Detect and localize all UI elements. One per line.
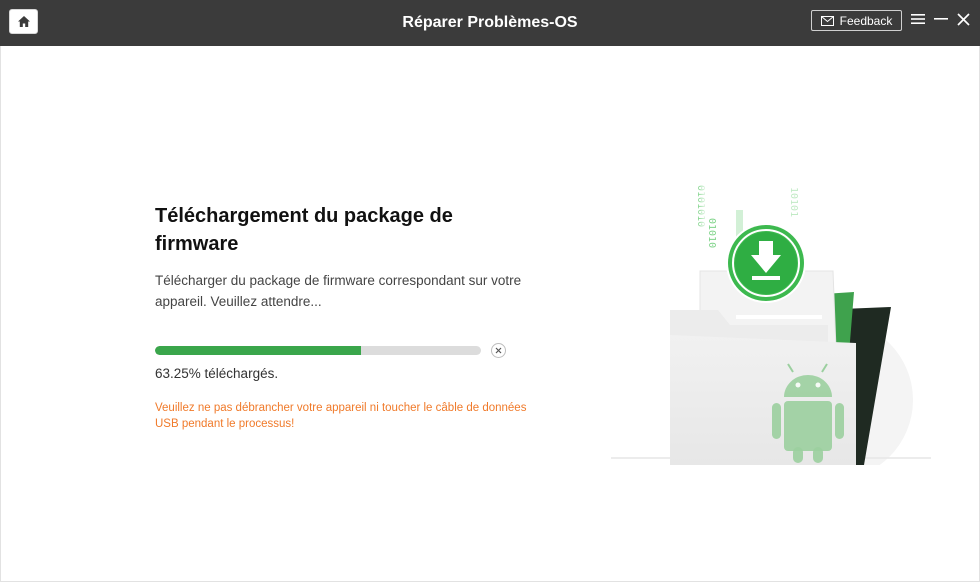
progress-fill <box>155 346 362 355</box>
page-description: Télécharger du package de firmware corre… <box>155 273 522 309</box>
page-heading: Téléchargement du package de firmware <box>155 205 453 255</box>
minimize-icon <box>934 18 948 20</box>
close-icon <box>956 12 970 26</box>
warning-message: Veuillez ne pas débrancher votre apparei… <box>155 402 527 430</box>
home-button[interactable] <box>9 9 38 34</box>
window-title: Réparer Problèmes-OS <box>402 14 578 31</box>
menu-button[interactable] <box>909 10 927 28</box>
feedback-label: Feedback <box>839 13 893 28</box>
binary-text-3: 10101 <box>788 187 799 217</box>
download-progress-bar <box>155 346 481 355</box>
mail-icon <box>820 15 834 26</box>
progress-text: 63.25% téléchargés. <box>155 366 279 381</box>
home-icon <box>17 16 30 27</box>
feedback-button[interactable]: Feedback <box>811 10 902 31</box>
cancel-x-icon <box>495 347 502 354</box>
document-line-1 <box>736 315 822 319</box>
binary-text-2: 01010 <box>706 218 717 248</box>
cancel-download-button[interactable] <box>491 343 506 358</box>
minimize-button[interactable] <box>932 10 950 28</box>
title-bar: Réparer Problèmes-OS Feedback <box>0 0 980 46</box>
close-button[interactable] <box>954 10 972 28</box>
binary-text-1: 0101010 <box>695 185 706 227</box>
download-circle-icon <box>726 223 806 303</box>
firmware-download-illustration: 0101010 01010 10101 <box>611 185 931 465</box>
menu-icon <box>911 14 925 24</box>
